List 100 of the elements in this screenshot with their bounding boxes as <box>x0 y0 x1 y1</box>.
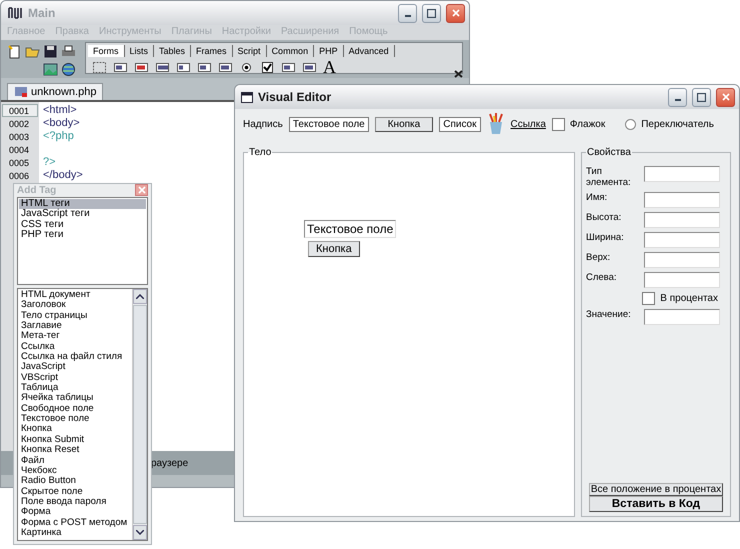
text-field[interactable]: Текстовое поле <box>304 220 396 238</box>
status-text: раузере <box>151 458 188 468</box>
tag-item[interactable]: Поле ввода пароля <box>19 496 131 508</box>
tag-item[interactable]: Скрытое поле <box>19 486 131 497</box>
scroll-down-button[interactable] <box>133 525 147 540</box>
property-label: Высота: <box>586 212 622 223</box>
line-number: 0001 <box>2 104 38 117</box>
tag-item[interactable]: Форма <box>19 507 131 518</box>
tag-item[interactable]: Тело страницы <box>19 310 131 322</box>
tag-item[interactable]: HTML документ <box>19 290 131 300</box>
radio-tool[interactable]: Переключатель <box>625 118 714 130</box>
line-number: 0002 <box>8 118 30 130</box>
property-label: Имя: <box>586 192 608 203</box>
maximize-icon <box>427 8 436 18</box>
tag-item[interactable]: Форма с POST методом <box>19 518 131 528</box>
percent-position-button[interactable]: Все положение в процентах <box>589 483 723 496</box>
property-label: Верх: <box>586 252 612 263</box>
property-field[interactable] <box>644 252 720 268</box>
code-line: ?> <box>43 156 57 169</box>
category-item[interactable]: PHP теги <box>19 230 146 241</box>
tag-item[interactable]: Картинка <box>19 528 131 538</box>
toolbar-tab[interactable]: Frames <box>191 45 233 57</box>
field-tool[interactable]: Текстовое поле <box>288 116 369 132</box>
category-item[interactable]: HTML теги <box>19 198 146 210</box>
minimize-button[interactable] <box>398 4 417 22</box>
category-item[interactable]: CSS теги <box>19 220 146 230</box>
tag-item[interactable]: Кнопка <box>19 424 131 435</box>
tag-item[interactable]: Файл <box>19 456 131 466</box>
globe-icon[interactable] <box>61 62 76 77</box>
print-icon[interactable] <box>61 44 76 59</box>
property-label: Значение: <box>586 309 632 320</box>
tag-item[interactable]: Мета-тег <box>19 331 131 342</box>
code-line: <body> <box>43 117 81 130</box>
document-tab[interactable]: unknown.php <box>7 83 104 100</box>
percent-checkbox[interactable]: В процентах <box>642 292 718 305</box>
maximize-button[interactable] <box>692 88 711 106</box>
tag-item[interactable]: Ячейка таблицы <box>19 393 131 404</box>
close-icon <box>452 9 460 17</box>
tag-item[interactable]: Заглавие <box>19 321 131 332</box>
tag-item[interactable]: Кнопка Submit <box>19 434 131 446</box>
minimize-button[interactable] <box>668 88 687 106</box>
tag-item[interactable]: Чекбокс <box>19 466 131 476</box>
checkbox-icon[interactable] <box>260 60 275 74</box>
property-label: Слева: <box>586 272 618 283</box>
font-tool[interactable]: A <box>323 59 336 75</box>
property-field[interactable] <box>644 309 720 325</box>
tag-item[interactable]: Таблица <box>19 383 131 394</box>
toolbar-tab[interactable]: PHP <box>314 45 344 57</box>
tag-item[interactable]: Свободное поле <box>19 404 131 414</box>
insert-code-button[interactable]: Вставить в Код <box>589 496 723 512</box>
code-line: <?php <box>43 130 75 143</box>
tag-item[interactable]: Radio Button <box>19 476 131 487</box>
code-line: <html> <box>43 104 78 117</box>
close-button[interactable] <box>716 88 735 106</box>
brush-cup-icon[interactable] <box>486 113 504 135</box>
window-title: Visual Editor <box>258 90 332 104</box>
category-item[interactable]: JavaScript теги <box>19 209 146 220</box>
toolbar-tab[interactable]: Script <box>232 45 267 57</box>
canvas-button[interactable]: Кнопка <box>308 241 360 257</box>
new-file-icon[interactable] <box>7 44 22 59</box>
app-logo-icon <box>7 6 23 20</box>
toolbar-tab[interactable]: Lists <box>124 45 154 57</box>
property-field[interactable] <box>644 232 720 248</box>
toolbar-tab[interactable]: Common <box>266 45 314 57</box>
close-icon[interactable] <box>454 70 463 78</box>
button-tool[interactable]: Кнопка <box>374 116 434 132</box>
tag-item[interactable]: Ссылка <box>19 342 131 352</box>
save-icon[interactable] <box>43 44 58 59</box>
close-button[interactable] <box>446 4 465 22</box>
tag-item[interactable]: Ссылка на файл стиля <box>19 352 131 362</box>
checkbox-tool[interactable]: Флажок <box>552 118 606 130</box>
property-field[interactable] <box>644 212 720 228</box>
image-icon[interactable] <box>43 62 58 77</box>
tag-item[interactable]: Заголовок <box>19 300 131 311</box>
toolbar-tab[interactable]: Forms <box>88 45 124 57</box>
label-tool[interactable]: Надпись <box>243 118 283 130</box>
toolbar-tab[interactable]: Tables <box>154 45 192 57</box>
close-button[interactable] <box>135 184 148 196</box>
line-number: 0006 <box>8 170 30 182</box>
close-icon <box>722 93 730 101</box>
line-number: 0005 <box>8 157 30 169</box>
field-tool[interactable]: Список <box>439 116 480 132</box>
property-field[interactable] <box>644 192 720 208</box>
code-line: </body> <box>43 169 83 182</box>
property-field[interactable] <box>644 272 720 288</box>
scroll-up-button[interactable] <box>133 289 147 304</box>
line-number: 0004 <box>8 144 30 156</box>
frame-icon[interactable] <box>92 60 107 74</box>
scrollbar[interactable] <box>132 289 147 540</box>
tag-item[interactable]: Кнопка Reset <box>19 445 131 456</box>
maximize-button[interactable] <box>422 4 441 22</box>
tag-item[interactable]: JavaScript <box>19 362 131 373</box>
link-tool[interactable]: Ссылка <box>510 118 546 130</box>
toolbar-tab[interactable]: Advanced <box>344 45 395 57</box>
panel-legend: Свойства <box>586 147 632 158</box>
property-field[interactable] <box>644 166 720 182</box>
tag-item[interactable]: VBScript <box>19 372 131 384</box>
maximize-icon <box>697 92 706 102</box>
tag-item[interactable]: Текстовое поле <box>19 414 131 424</box>
property-label: Ширина: <box>586 232 625 243</box>
